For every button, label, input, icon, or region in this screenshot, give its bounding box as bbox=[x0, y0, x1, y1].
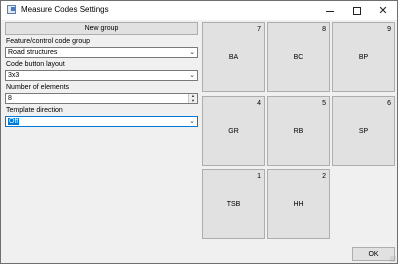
ok-button[interactable]: OK bbox=[352, 247, 395, 261]
direction-label: Template direction bbox=[6, 107, 63, 114]
minimize-button[interactable] bbox=[317, 1, 343, 20]
code-button-number: 8 bbox=[322, 26, 326, 33]
chevron-down-icon[interactable]: ▼ bbox=[189, 98, 197, 104]
resize-grip[interactable] bbox=[390, 256, 396, 262]
code-button[interactable]: 8 BC bbox=[267, 22, 330, 92]
new-group-button[interactable]: New group bbox=[5, 22, 198, 35]
app-icon bbox=[7, 5, 16, 14]
close-button[interactable]: ✕ bbox=[370, 1, 396, 20]
layout-value: 3x3 bbox=[8, 72, 20, 79]
code-button-label: SP bbox=[358, 128, 369, 135]
code-button-number: 7 bbox=[257, 26, 261, 33]
chevron-down-icon: ⌄ bbox=[189, 72, 195, 79]
direction-value: Off bbox=[8, 118, 20, 126]
code-button[interactable]: 5 RB bbox=[267, 96, 330, 166]
code-button[interactable]: 7 BA bbox=[202, 22, 265, 92]
maximize-button[interactable] bbox=[344, 1, 370, 20]
code-button[interactable]: 4 GR bbox=[202, 96, 265, 166]
feature-group-label: Feature/control code group bbox=[6, 38, 91, 45]
title-bar[interactable]: Measure Codes Settings ✕ bbox=[1, 1, 397, 20]
code-button-label: BP bbox=[358, 54, 369, 61]
code-button-number: 5 bbox=[322, 100, 326, 107]
window-title: Measure Codes Settings bbox=[21, 5, 109, 14]
minimize-icon bbox=[326, 11, 334, 12]
code-button-label: BA bbox=[228, 54, 239, 61]
code-button-label: BC bbox=[293, 54, 304, 61]
direction-selected-text: Off bbox=[8, 118, 20, 125]
maximize-icon bbox=[353, 6, 361, 15]
elements-value: 8 bbox=[8, 95, 12, 102]
direction-dropdown[interactable]: Off ⌄ bbox=[5, 116, 198, 127]
code-button-number: 4 bbox=[257, 100, 261, 107]
code-button[interactable]: 6 SP bbox=[332, 96, 395, 166]
code-button[interactable]: 9 BP bbox=[332, 22, 395, 92]
code-button-label: GR bbox=[228, 128, 239, 135]
code-button-grid: 7 BA 8 BC 9 BP 4 GR 5 RB 6 SP 1 TSB 2 HH bbox=[202, 22, 396, 240]
code-button-number: 6 bbox=[387, 100, 391, 107]
code-button-label: TSB bbox=[226, 201, 241, 208]
chevron-down-icon: ⌄ bbox=[189, 49, 195, 56]
settings-window: Measure Codes Settings ✕ New group Featu… bbox=[0, 0, 398, 264]
code-button[interactable]: 1 TSB bbox=[202, 169, 265, 239]
chevron-down-icon: ⌄ bbox=[189, 118, 195, 125]
layout-label: Code button layout bbox=[6, 61, 65, 68]
close-icon: ✕ bbox=[378, 5, 388, 17]
code-button[interactable]: 2 HH bbox=[267, 169, 330, 239]
code-button-number: 2 bbox=[322, 173, 326, 180]
feature-group-dropdown[interactable]: Road structures ⌄ bbox=[5, 47, 198, 58]
stepper-arrows[interactable]: ▲ ▼ bbox=[188, 93, 197, 104]
code-button-label: HH bbox=[293, 201, 304, 208]
feature-group-value: Road structures bbox=[8, 49, 58, 56]
elements-stepper[interactable]: 8 ▲ ▼ bbox=[5, 93, 198, 104]
code-button-number: 1 bbox=[257, 173, 261, 180]
elements-label: Number of elements bbox=[6, 84, 70, 91]
code-button-label: RB bbox=[293, 128, 304, 135]
code-button-number: 9 bbox=[387, 26, 391, 33]
layout-dropdown[interactable]: 3x3 ⌄ bbox=[5, 70, 198, 81]
